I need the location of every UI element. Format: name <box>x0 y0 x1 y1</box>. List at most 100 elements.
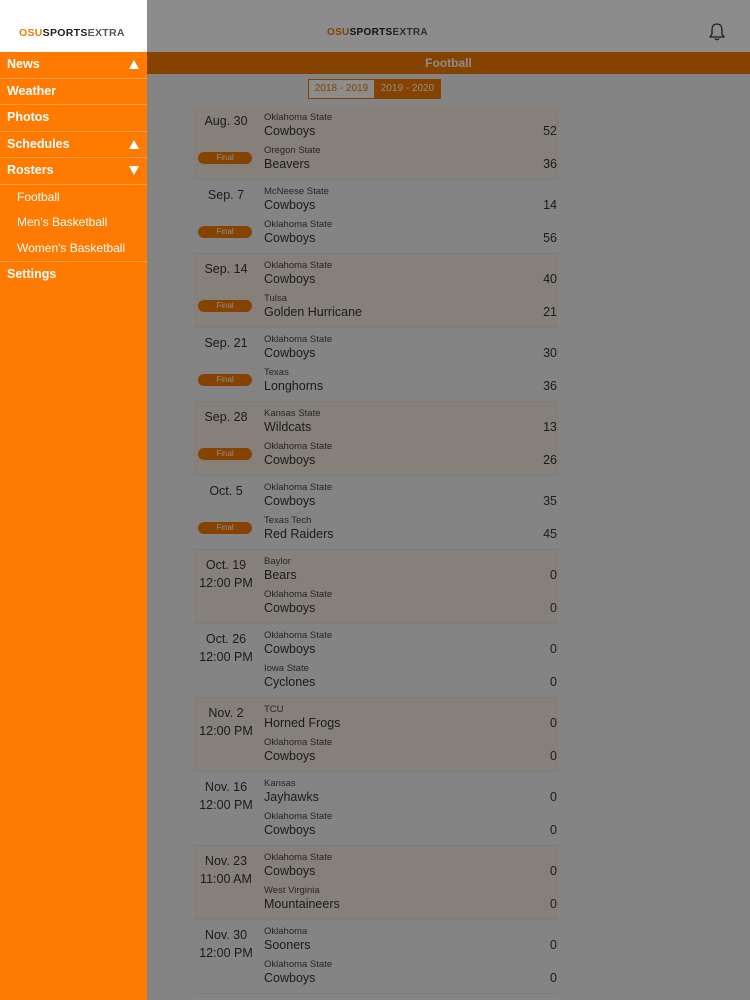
team-score: 0 <box>550 864 557 878</box>
game-row[interactable]: Aug. 30 Final Oklahoma State Cowboys 52 Orego… <box>193 106 559 180</box>
team-name: Cowboys <box>264 864 316 878</box>
sidebar-logo: OSUSPORTSEXTRA <box>19 27 125 39</box>
game-date: Aug. 30 <box>193 112 259 130</box>
team-entry: Oklahoma State Cowboys 26 <box>264 440 557 472</box>
expand-arrow-icon[interactable] <box>129 166 139 175</box>
team-score: 0 <box>550 938 557 952</box>
sidebar-subitem-womens-basketball[interactable]: Women's Basketball <box>0 236 147 262</box>
team-score: 13 <box>543 420 557 434</box>
main-content: OSUSPORTSEXTRA Football 2018 - 2019 2019… <box>147 0 750 1000</box>
team-entry: Tulsa Golden Hurricane 21 <box>264 292 557 324</box>
game-row[interactable]: Nov. 23 11:00 AM Oklahoma State Cowboys 0 Wes… <box>193 846 559 920</box>
team-score: 0 <box>550 749 557 763</box>
game-time: 12:00 PM <box>199 724 253 738</box>
team-score: 26 <box>543 453 557 467</box>
team-name: Longhorns <box>264 379 324 393</box>
season-tab-2018-2019[interactable]: 2018 - 2019 <box>308 79 375 99</box>
sidebar-item-label: Photos <box>7 110 50 124</box>
team-school: Oklahoma State <box>264 811 333 822</box>
team-name: Cowboys <box>264 453 316 467</box>
team-entry: TCU Horned Frogs 0 <box>264 703 557 735</box>
team-name: Cowboys <box>264 494 316 508</box>
team-school: Oklahoma State <box>264 630 333 641</box>
game-row[interactable]: Oct. 19 12:00 PM Baylor Bears 0 Oklahoma Stat… <box>193 550 559 624</box>
team-score: 21 <box>543 305 557 319</box>
sidebar-subitem-mens-basketball[interactable]: Men's Basketball <box>0 210 147 236</box>
team-name: Jayhawks <box>264 790 319 804</box>
collapse-arrow-icon[interactable] <box>129 139 139 149</box>
sidebar-item-settings[interactable]: Settings <box>0 262 147 288</box>
game-date-day: Aug. 30 <box>204 114 248 128</box>
game-row[interactable]: Sep. 21 Final Oklahoma State Cowboys 30 Texas… <box>193 328 559 402</box>
team-entry: Oklahoma State Cowboys 35 <box>264 481 557 513</box>
app-logo: OSUSPORTSEXTRA <box>327 27 428 38</box>
page-title: Football <box>147 52 750 74</box>
game-time: 12:00 PM <box>199 576 253 590</box>
game-date: Nov. 23 11:00 AM <box>193 852 259 888</box>
team-score: 45 <box>543 527 557 541</box>
game-row[interactable]: Sep. 7 Final McNeese State Cowboys 14 Oklahom… <box>193 180 559 254</box>
team-name: Cyclones <box>264 675 316 689</box>
team-school: Oklahoma <box>264 926 308 937</box>
team-entry: Texas Longhorns 36 <box>264 366 557 398</box>
game-row[interactable]: Sep. 14 Final Oklahoma State Cowboys 40 Tulsa… <box>193 254 559 328</box>
sidebar-subitem-football[interactable]: Football <box>0 185 147 211</box>
team-entry: West Virginia Mountaineers 0 <box>264 884 557 916</box>
team-school: Texas Tech <box>264 515 312 526</box>
sidebar-item-photos[interactable]: Photos <box>0 105 147 132</box>
sidebar-item-rosters[interactable]: Rosters <box>0 158 147 185</box>
game-row[interactable]: Sep. 28 Final Kansas State Wildcats 13 Oklaho… <box>193 402 559 476</box>
team-name: Cowboys <box>264 749 316 763</box>
team-school: Oklahoma State <box>264 959 333 970</box>
team-name: Cowboys <box>264 823 316 837</box>
game-date-day: Nov. 16 <box>204 780 248 794</box>
game-row[interactable]: Oct. 5 Final Oklahoma State Cowboys 35 Texas … <box>193 476 559 550</box>
team-school: Oklahoma State <box>264 852 333 863</box>
team-entry: Oklahoma State Cowboys 0 <box>264 629 557 661</box>
game-date-day: Sep. 14 <box>204 262 248 276</box>
game-row[interactable]: Nov. 16 12:00 PM Kansas Jayhawks 0 Oklahoma S… <box>193 772 559 846</box>
team-name: Cowboys <box>264 198 316 212</box>
game-date-day: Oct. 19 <box>205 558 247 572</box>
team-score: 0 <box>550 897 557 911</box>
final-badge: Final <box>198 448 252 460</box>
team-score: 30 <box>543 346 557 360</box>
sidebar-item-weather[interactable]: Weather <box>0 79 147 105</box>
team-name: Cowboys <box>264 601 316 615</box>
game-date-day: Sep. 28 <box>204 410 248 424</box>
team-school: Oklahoma State <box>264 260 333 271</box>
game-date: Sep. 21 <box>193 334 259 352</box>
sidebar-item-label: Schedules <box>7 136 70 151</box>
team-entry: Oklahoma State Cowboys 30 <box>264 333 557 365</box>
game-date: Oct. 26 12:00 PM <box>193 630 259 666</box>
team-entry: Oklahoma State Cowboys 0 <box>264 810 557 842</box>
collapse-arrow-icon[interactable] <box>129 60 139 69</box>
sidebar-item-label: Weather <box>7 83 57 98</box>
team-score: 0 <box>550 823 557 837</box>
game-row[interactable]: Nov. 30 12:00 PM Oklahoma Sooners 0 Oklahoma … <box>193 920 559 994</box>
logo-part-osu: OSU <box>327 27 350 38</box>
team-school: Oklahoma State <box>264 589 333 600</box>
bell-icon[interactable] <box>708 22 726 42</box>
team-entry: Kansas State Wildcats 13 <box>264 407 557 439</box>
game-date: Sep. 7 <box>193 186 259 204</box>
game-row[interactable]: Nov. 2 12:00 PM TCU Horned Frogs 0 Oklahoma S… <box>193 698 559 772</box>
team-school: TCU <box>264 704 284 715</box>
game-time: 12:00 PM <box>199 650 253 664</box>
team-score: 0 <box>550 971 557 985</box>
team-name: Beavers <box>264 157 310 171</box>
team-score: 52 <box>543 124 557 138</box>
team-school: Oklahoma State <box>264 482 333 493</box>
game-date: Sep. 28 <box>193 408 259 426</box>
team-entry: McNeese State Cowboys 14 <box>264 185 557 217</box>
team-school: Oklahoma State <box>264 441 333 452</box>
team-entry: Oregon State Beavers 36 <box>264 144 557 176</box>
team-entry: Baylor Bears 0 <box>264 555 557 587</box>
sidebar-item-news[interactable]: News <box>0 52 147 79</box>
sidebar-item-schedules[interactable]: Schedules <box>0 132 147 158</box>
season-tab-2019-2020[interactable]: 2019 - 2020 <box>375 79 441 99</box>
final-badge: Final <box>198 226 252 238</box>
team-score: 0 <box>550 716 557 730</box>
final-badge: Final <box>198 152 252 164</box>
game-row[interactable]: Oct. 26 12:00 PM Oklahoma State Cowboys 0 Iow… <box>193 624 559 698</box>
